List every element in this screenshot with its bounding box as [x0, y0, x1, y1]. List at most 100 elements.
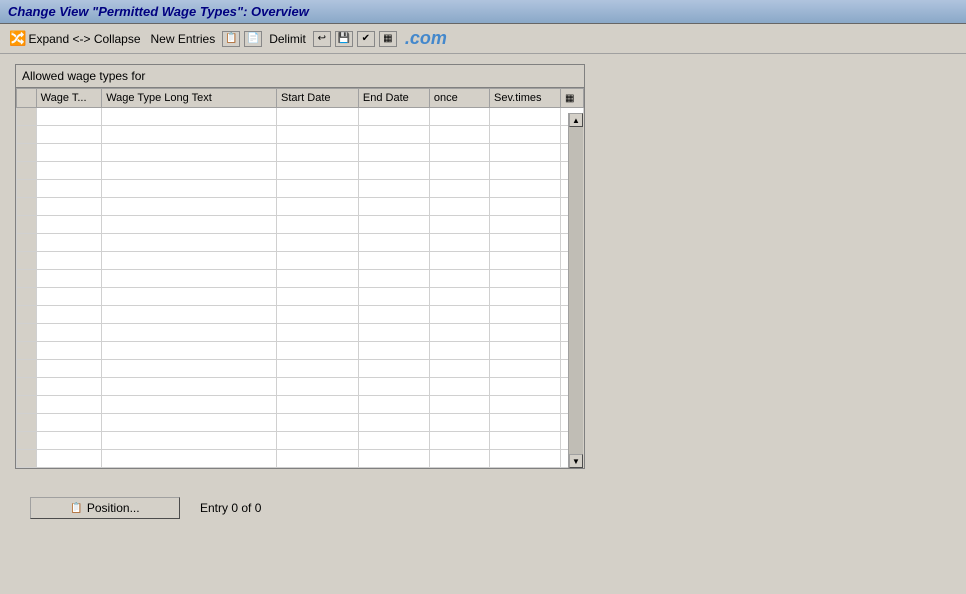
cell-end-date[interactable]: [358, 378, 429, 396]
cell-sev-times[interactable]: [490, 414, 561, 432]
cell-sev-times[interactable]: [490, 450, 561, 468]
cell-once[interactable]: [429, 396, 489, 414]
cell-once[interactable]: [429, 288, 489, 306]
cell-wage-long[interactable]: [102, 432, 277, 450]
cell-sev-times[interactable]: [490, 180, 561, 198]
cell-sev-times[interactable]: [490, 396, 561, 414]
cell-wage-t[interactable]: [36, 198, 102, 216]
cell-end-date[interactable]: [358, 324, 429, 342]
cell-sev-times[interactable]: [490, 234, 561, 252]
cell-sev-times[interactable]: [490, 252, 561, 270]
cell-wage-long[interactable]: [102, 342, 277, 360]
icon-save[interactable]: 💾: [335, 31, 353, 47]
expand-collapse-button[interactable]: 🔀 Expand <-> Collapse: [6, 28, 144, 49]
cell-sev-times[interactable]: [490, 378, 561, 396]
cell-end-date[interactable]: [358, 342, 429, 360]
cell-wage-long[interactable]: [102, 162, 277, 180]
cell-start-date[interactable]: [277, 216, 359, 234]
position-button[interactable]: 📋 Position...: [30, 497, 180, 519]
cell-wage-long[interactable]: [102, 198, 277, 216]
cell-sev-times[interactable]: [490, 144, 561, 162]
icon-paste[interactable]: 📄: [244, 31, 262, 47]
cell-wage-long[interactable]: [102, 108, 277, 126]
cell-wage-t[interactable]: [36, 162, 102, 180]
cell-sev-times[interactable]: [490, 432, 561, 450]
cell-once[interactable]: [429, 342, 489, 360]
cell-once[interactable]: [429, 306, 489, 324]
icon-undo[interactable]: ↩: [313, 31, 331, 47]
cell-start-date[interactable]: [277, 162, 359, 180]
cell-once[interactable]: [429, 324, 489, 342]
cell-wage-long[interactable]: [102, 378, 277, 396]
cell-once[interactable]: [429, 432, 489, 450]
delimit-button[interactable]: Delimit: [266, 30, 309, 48]
cell-sev-times[interactable]: [490, 216, 561, 234]
cell-wage-t[interactable]: [36, 270, 102, 288]
cell-sev-times[interactable]: [490, 270, 561, 288]
cell-wage-t[interactable]: [36, 180, 102, 198]
cell-end-date[interactable]: [358, 360, 429, 378]
cell-end-date[interactable]: [358, 216, 429, 234]
cell-wage-long[interactable]: [102, 414, 277, 432]
cell-wage-long[interactable]: [102, 180, 277, 198]
cell-start-date[interactable]: [277, 306, 359, 324]
cell-once[interactable]: [429, 360, 489, 378]
cell-wage-t[interactable]: [36, 216, 102, 234]
cell-sev-times[interactable]: [490, 198, 561, 216]
cell-wage-t[interactable]: [36, 342, 102, 360]
cell-wage-long[interactable]: [102, 360, 277, 378]
cell-start-date[interactable]: [277, 234, 359, 252]
cell-once[interactable]: [429, 126, 489, 144]
cell-end-date[interactable]: [358, 162, 429, 180]
cell-sev-times[interactable]: [490, 126, 561, 144]
cell-wage-long[interactable]: [102, 324, 277, 342]
icon-check[interactable]: ✔: [357, 31, 375, 47]
cell-once[interactable]: [429, 198, 489, 216]
cell-sev-times[interactable]: [490, 162, 561, 180]
col-header-icon[interactable]: ▦: [561, 89, 584, 108]
cell-end-date[interactable]: [358, 126, 429, 144]
scroll-up-button[interactable]: ▲: [569, 113, 583, 127]
cell-once[interactable]: [429, 216, 489, 234]
cell-end-date[interactable]: [358, 144, 429, 162]
cell-wage-long[interactable]: [102, 216, 277, 234]
cell-wage-long[interactable]: [102, 396, 277, 414]
cell-end-date[interactable]: [358, 396, 429, 414]
cell-wage-long[interactable]: [102, 234, 277, 252]
cell-end-date[interactable]: [358, 414, 429, 432]
column-settings-icon[interactable]: ▦: [565, 93, 574, 104]
cell-wage-long[interactable]: [102, 288, 277, 306]
cell-start-date[interactable]: [277, 396, 359, 414]
cell-once[interactable]: [429, 144, 489, 162]
cell-once[interactable]: [429, 234, 489, 252]
cell-wage-t[interactable]: [36, 234, 102, 252]
cell-wage-long[interactable]: [102, 270, 277, 288]
cell-end-date[interactable]: [358, 234, 429, 252]
cell-once[interactable]: [429, 414, 489, 432]
cell-once[interactable]: [429, 180, 489, 198]
cell-wage-long[interactable]: [102, 126, 277, 144]
cell-wage-long[interactable]: [102, 450, 277, 468]
cell-wage-t[interactable]: [36, 288, 102, 306]
cell-wage-t[interactable]: [36, 360, 102, 378]
cell-end-date[interactable]: [358, 108, 429, 126]
cell-start-date[interactable]: [277, 108, 359, 126]
icon-copy[interactable]: 📋: [222, 31, 240, 47]
cell-start-date[interactable]: [277, 450, 359, 468]
cell-start-date[interactable]: [277, 324, 359, 342]
cell-wage-t[interactable]: [36, 306, 102, 324]
cell-end-date[interactable]: [358, 288, 429, 306]
cell-sev-times[interactable]: [490, 324, 561, 342]
cell-wage-long[interactable]: [102, 252, 277, 270]
new-entries-button[interactable]: New Entries: [148, 30, 219, 48]
cell-once[interactable]: [429, 162, 489, 180]
cell-start-date[interactable]: [277, 144, 359, 162]
cell-start-date[interactable]: [277, 288, 359, 306]
cell-wage-t[interactable]: [36, 144, 102, 162]
scroll-down-button[interactable]: ▼: [569, 454, 583, 468]
cell-start-date[interactable]: [277, 342, 359, 360]
scrollbar[interactable]: ▲ ▼: [568, 113, 584, 468]
cell-start-date[interactable]: [277, 378, 359, 396]
cell-once[interactable]: [429, 450, 489, 468]
cell-end-date[interactable]: [358, 198, 429, 216]
